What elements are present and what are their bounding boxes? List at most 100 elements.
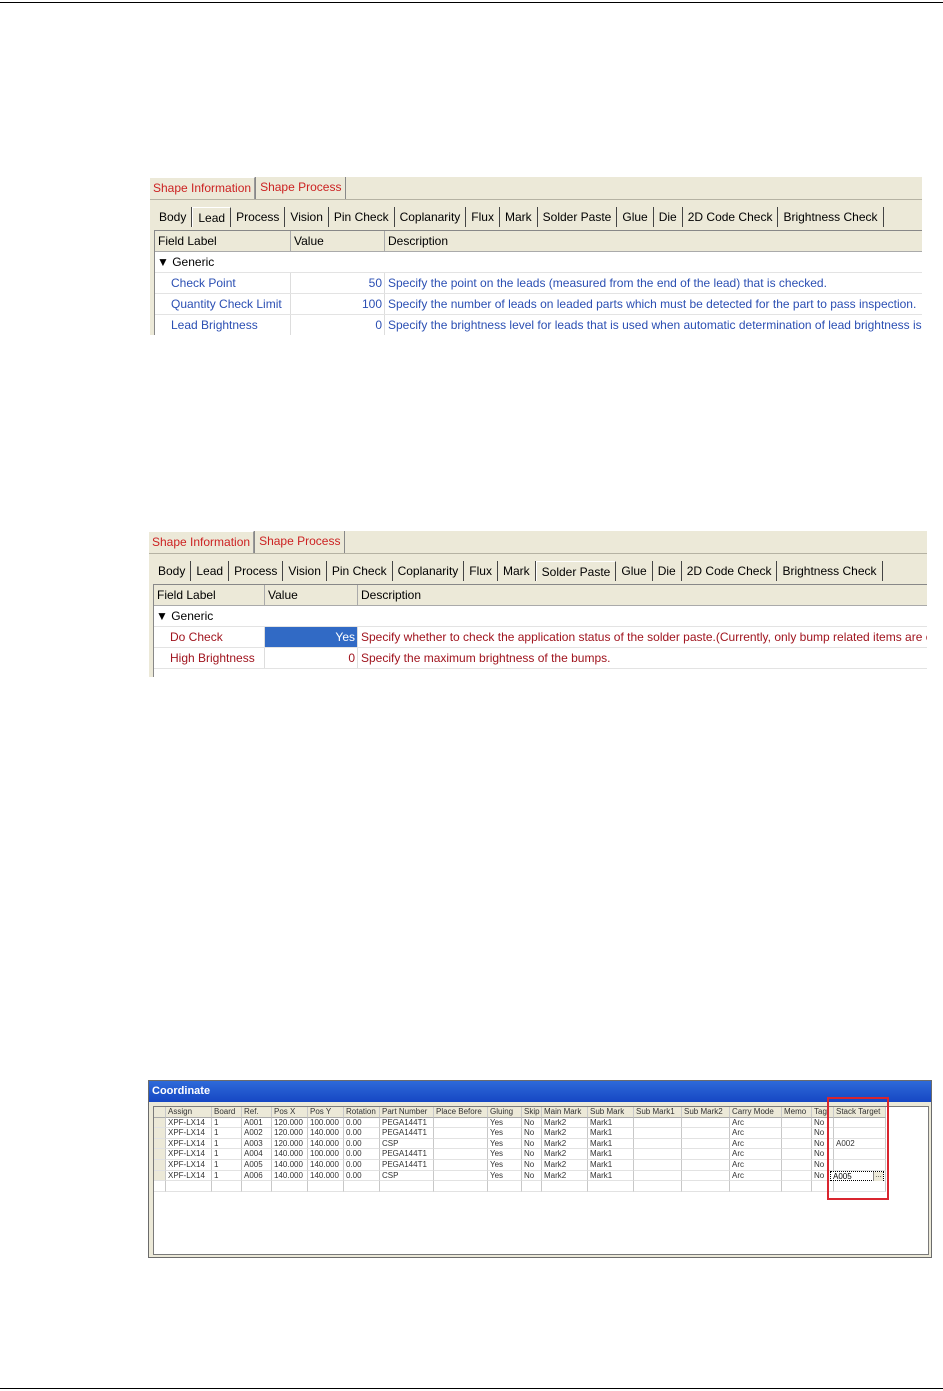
table-cell[interactable]: No: [522, 1159, 542, 1171]
table-cell[interactable]: [434, 1117, 488, 1129]
table-cell[interactable]: [634, 1159, 682, 1171]
table-cell[interactable]: XPF-LX14: [166, 1149, 212, 1160]
table-cell[interactable]: Yes: [488, 1170, 522, 1182]
table-cell[interactable]: 100.000: [308, 1149, 344, 1160]
table-cell[interactable]: No: [522, 1117, 542, 1129]
table-cell[interactable]: Yes: [488, 1128, 522, 1139]
table-row[interactable]: XPF-LX14 1 A006 140.000 140.000 0.00 CSP Yes No M…: [154, 1170, 928, 1182]
table-cell[interactable]: Arc: [730, 1159, 782, 1171]
table-cell[interactable]: [782, 1170, 812, 1182]
table-cell[interactable]: [682, 1149, 730, 1160]
table-cell[interactable]: 140.000: [308, 1170, 344, 1182]
grid-row[interactable]: Do Check Yes Specify whether to check th…: [154, 627, 927, 648]
table-cell[interactable]: [682, 1181, 730, 1192]
subtab-solder-paste[interactable]: Solder Paste: [535, 561, 617, 581]
column-header[interactable]: Memo: [782, 1107, 812, 1118]
table-cell[interactable]: CSP: [380, 1170, 434, 1182]
table-row[interactable]: XPF-LX14 1 A003 120.000 140.000 0.00 CSP Yes No M…: [154, 1138, 928, 1150]
field-value[interactable]: 50: [291, 273, 385, 293]
table-row[interactable]: XPF-LX14 1 A002 120.000 140.000 0.00 PEGA144T1…: [154, 1128, 928, 1139]
table-cell[interactable]: [434, 1128, 488, 1139]
subtab-glue[interactable]: Glue: [616, 561, 653, 581]
empty-row[interactable]: [154, 1181, 928, 1192]
tab-shape-process[interactable]: Shape Process: [255, 177, 347, 199]
table-cell[interactable]: Mark2: [542, 1159, 588, 1171]
table-cell[interactable]: Mark2: [542, 1149, 588, 1160]
row-selector[interactable]: [154, 1138, 166, 1150]
table-cell[interactable]: 0.00: [344, 1149, 380, 1160]
table-cell[interactable]: 120.000: [272, 1138, 308, 1150]
table-cell[interactable]: [730, 1181, 782, 1192]
table-cell[interactable]: 100.000: [308, 1117, 344, 1129]
table-cell[interactable]: [782, 1138, 812, 1150]
subtab-2d-code-check[interactable]: 2D Code Check: [682, 561, 778, 581]
table-cell[interactable]: A001: [242, 1117, 272, 1129]
field-value[interactable]: 0: [265, 648, 358, 668]
table-cell[interactable]: [682, 1138, 730, 1150]
table-cell[interactable]: CSP: [380, 1138, 434, 1150]
column-header-field-label[interactable]: Field Label: [155, 231, 291, 251]
dropdown-button[interactable]: …: [873, 1172, 883, 1181]
row-selector[interactable]: [154, 1128, 166, 1139]
column-header-description[interactable]: Description: [385, 231, 922, 251]
row-selector[interactable]: [154, 1149, 166, 1160]
tab-shape-information[interactable]: Shape Information: [150, 177, 256, 199]
grid-row[interactable]: Quantity Check Limit 100 Specify the num…: [155, 294, 922, 315]
row-selector[interactable]: [154, 1159, 166, 1171]
table-cell[interactable]: Yes: [488, 1159, 522, 1171]
table-cell[interactable]: [782, 1149, 812, 1160]
row-selector[interactable]: [154, 1170, 166, 1182]
stack-target-dropdown[interactable]: A005 …: [830, 1171, 884, 1181]
table-cell[interactable]: A006: [242, 1170, 272, 1182]
field-value-selected[interactable]: Yes: [265, 627, 358, 647]
table-cell[interactable]: XPF-LX14: [166, 1117, 212, 1129]
table-cell[interactable]: [634, 1170, 682, 1182]
column-header-value[interactable]: Value: [291, 231, 385, 251]
table-cell[interactable]: PEGA144T1: [380, 1149, 434, 1160]
subtab-brightness-check[interactable]: Brightness Check: [778, 207, 884, 227]
table-cell[interactable]: Arc: [730, 1128, 782, 1139]
column-header[interactable]: Board: [212, 1107, 242, 1118]
table-row[interactable]: XPF-LX14 1 A001 120.000 100.000 0.00 PEGA144T1…: [154, 1117, 928, 1129]
table-cell[interactable]: Arc: [730, 1170, 782, 1182]
column-header[interactable]: Rotation: [344, 1107, 380, 1118]
table-cell[interactable]: [682, 1159, 730, 1171]
table-cell[interactable]: 140.000: [308, 1128, 344, 1139]
table-cell[interactable]: 120.000: [272, 1128, 308, 1139]
table-cell[interactable]: A003: [242, 1138, 272, 1150]
table-cell[interactable]: 1: [212, 1117, 242, 1129]
table-cell[interactable]: 1: [212, 1128, 242, 1139]
table-cell[interactable]: [634, 1138, 682, 1150]
group-generic[interactable]: ▼ Generic: [155, 252, 922, 273]
table-cell[interactable]: Mark1: [588, 1149, 634, 1160]
table-row[interactable]: XPF-LX14 1 A004 140.000 100.000 0.00 PEGA144T1…: [154, 1149, 928, 1160]
table-cell[interactable]: Yes: [488, 1117, 522, 1129]
subtab-mark[interactable]: Mark: [498, 561, 536, 581]
table-cell[interactable]: No: [522, 1149, 542, 1160]
table-cell[interactable]: PEGA144T1: [380, 1128, 434, 1139]
table-cell[interactable]: [682, 1128, 730, 1139]
row-selector[interactable]: [154, 1117, 166, 1129]
column-header[interactable]: Sub Mark2: [682, 1107, 730, 1118]
table-cell[interactable]: 1: [212, 1159, 242, 1171]
table-cell[interactable]: Yes: [488, 1138, 522, 1150]
subtab-coplanarity[interactable]: Coplanarity: [395, 207, 467, 227]
table-cell[interactable]: [782, 1181, 812, 1192]
table-cell[interactable]: Mark2: [542, 1170, 588, 1182]
column-header[interactable]: Skip: [522, 1107, 542, 1118]
column-header[interactable]: Ref.: [242, 1107, 272, 1118]
table-cell[interactable]: Arc: [730, 1149, 782, 1160]
table-cell[interactable]: [434, 1170, 488, 1182]
table-cell[interactable]: 0.00: [344, 1117, 380, 1129]
table-cell[interactable]: Mark1: [588, 1170, 634, 1182]
table-cell[interactable]: [782, 1117, 812, 1129]
column-header[interactable]: Pos X: [272, 1107, 308, 1118]
table-cell[interactable]: Mark2: [542, 1117, 588, 1129]
table-cell[interactable]: XPF-LX14: [166, 1128, 212, 1139]
subtab-process[interactable]: Process: [229, 561, 284, 581]
table-cell[interactable]: [522, 1181, 542, 1192]
table-cell[interactable]: [154, 1181, 166, 1192]
column-header[interactable]: Assign: [166, 1107, 212, 1118]
subtab-pin-check[interactable]: Pin Check: [329, 207, 395, 227]
table-cell[interactable]: [434, 1181, 488, 1192]
